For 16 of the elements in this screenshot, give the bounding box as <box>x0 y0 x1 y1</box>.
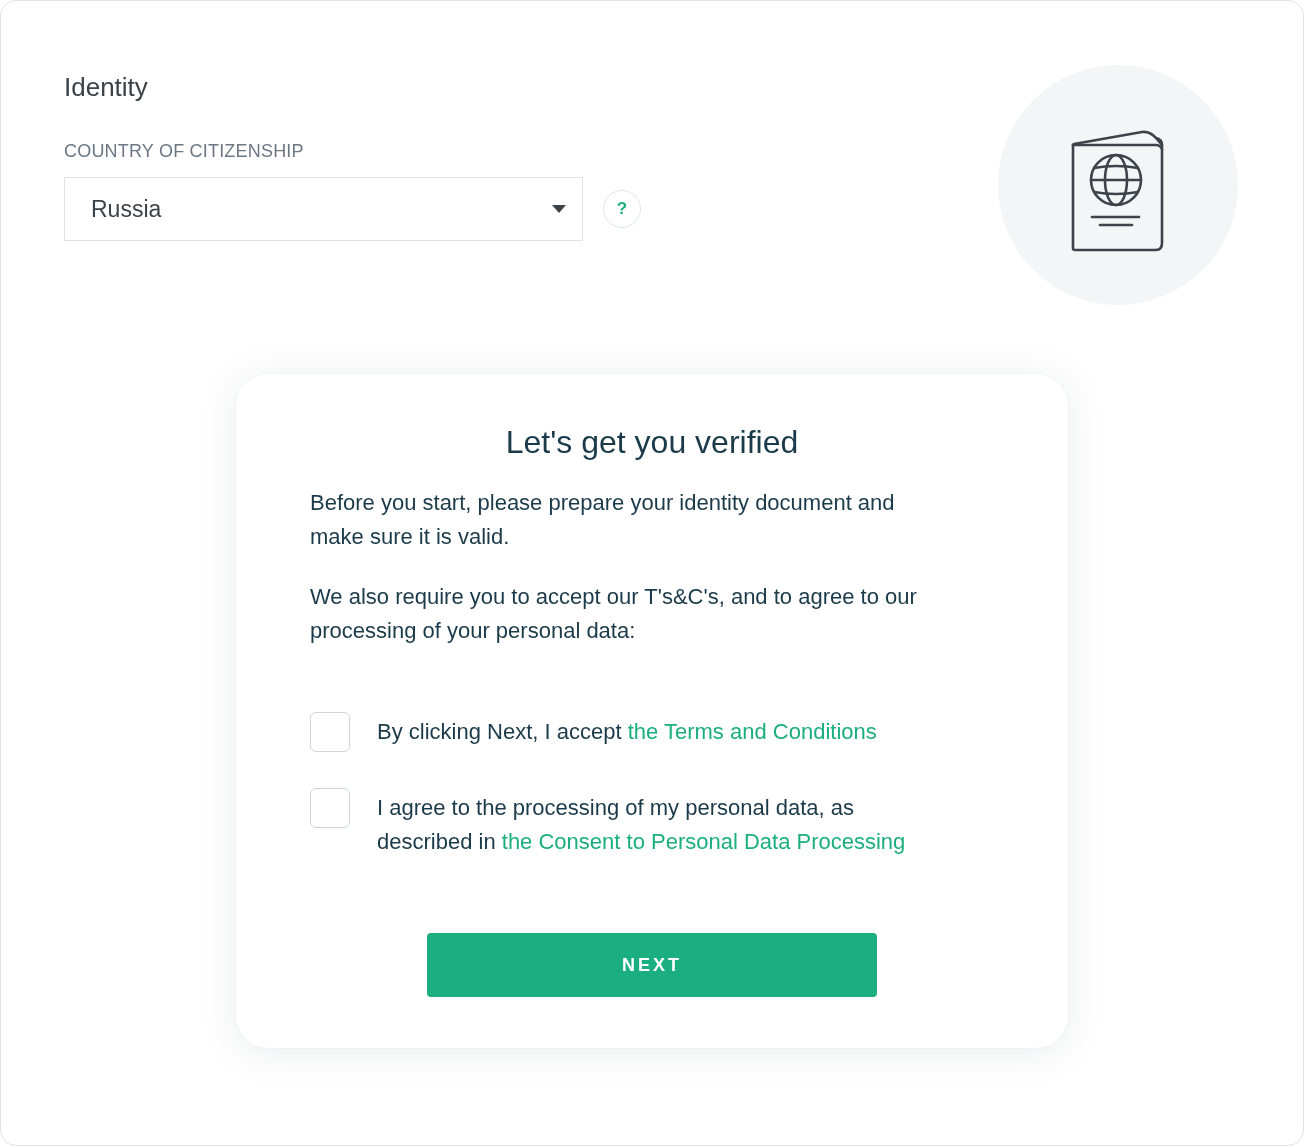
field-label: COUNTRY OF CITIZENSHIP <box>64 140 305 162</box>
link[interactable]: the Consent to Personal Data Processing <box>501 829 906 854</box>
modal-title: Let's get you verified <box>504 423 800 462</box>
country-select[interactable]: Russia <box>64 177 583 241</box>
paragraph: Before you start, please prepare your identity document and make sure it is valid. <box>310 489 896 551</box>
paragraph: We also require you to accept our T's&C's, and to agree to our processing of your personal data: <box>310 583 918 645</box>
passport-icon <box>998 65 1238 305</box>
link[interactable]: the Terms and Conditions <box>627 719 877 744</box>
consent-text: By clicking Next, I accept the Terms and Conditions <box>377 718 877 746</box>
help-button[interactable]: ? <box>603 190 641 228</box>
consent-text: I agree to the processing of my personal data, as described in the Consent to Personal Data Processing <box>377 794 907 856</box>
section-title: Identity <box>64 71 149 103</box>
checkbox[interactable] <box>310 788 350 828</box>
checkbox[interactable] <box>310 712 350 752</box>
next-button[interactable]: NEXT <box>427 933 877 997</box>
caret-icon <box>552 205 566 213</box>
